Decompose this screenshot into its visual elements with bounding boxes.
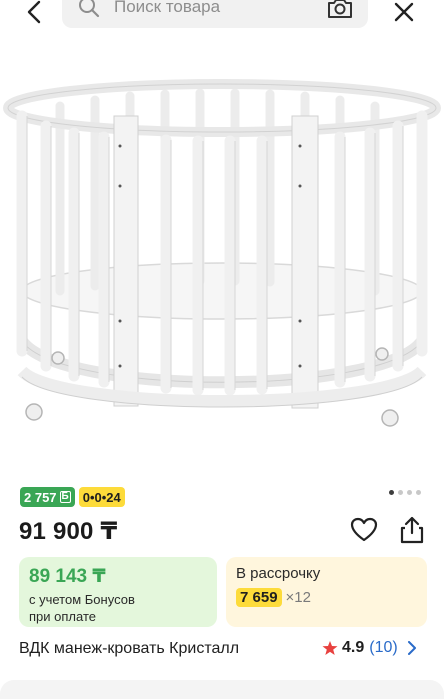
search-input[interactable]: Поиск товара [62, 0, 368, 28]
camera-icon[interactable] [326, 0, 354, 21]
product-image[interactable] [0, 36, 444, 476]
star-icon [322, 641, 338, 655]
product-price: 91 900 ₸ [19, 518, 118, 545]
next-section-edge [0, 680, 444, 699]
installment-label: В рассрочку [236, 565, 321, 582]
rating-score: 4.9 [342, 639, 365, 656]
product-title: ВДК манеж-кровать Кристалл [19, 640, 240, 657]
share-button[interactable] [397, 515, 427, 545]
installment-row: 7 659 ×12 [236, 588, 417, 607]
bonus-price: 89 143 ₸ [29, 566, 106, 587]
gallery-dot[interactable] [407, 490, 412, 495]
bonus-badge: 2 757 Б [20, 487, 75, 507]
bonus-note-line2: при оплате [29, 609, 96, 624]
bonus-note: с учетом Бонусов при оплате [29, 591, 207, 625]
review-count: (10) [369, 639, 398, 656]
installment-card[interactable]: В рассрочку 7 659 ×12 [226, 557, 427, 627]
gallery-dot[interactable] [389, 490, 394, 495]
bonus-currency-icon: Б [59, 491, 71, 503]
gallery-dot[interactable] [416, 490, 421, 495]
gallery-pagination [389, 490, 421, 495]
heart-icon [350, 517, 378, 542]
close-button[interactable] [384, 0, 424, 30]
chevron-right-icon [407, 641, 416, 655]
bonus-badge-value: 2 757 [24, 489, 57, 505]
bonus-price-card[interactable]: 89 143 ₸ с учетом Бонусов при оплате [19, 557, 217, 627]
promo-badges: 2 757 Б 0•0•24 [20, 487, 125, 507]
search-icon [78, 0, 102, 19]
rating-link[interactable]: 4.9 (10) [322, 639, 418, 657]
installment-monthly: 7 659 [236, 588, 282, 607]
installment-months: ×12 [285, 589, 311, 606]
share-icon [400, 516, 424, 544]
search-placeholder: Поиск товара [114, 0, 221, 16]
top-bar: Поиск товара [0, 0, 444, 34]
close-icon [394, 2, 414, 22]
installment-badge: 0•0•24 [78, 487, 125, 507]
gallery-dot[interactable] [398, 490, 403, 495]
bonus-note-line1: с учетом Бонусов [29, 592, 135, 607]
favorite-button[interactable] [349, 515, 379, 545]
chevron-left-icon [27, 0, 41, 24]
back-button[interactable] [14, 0, 54, 30]
